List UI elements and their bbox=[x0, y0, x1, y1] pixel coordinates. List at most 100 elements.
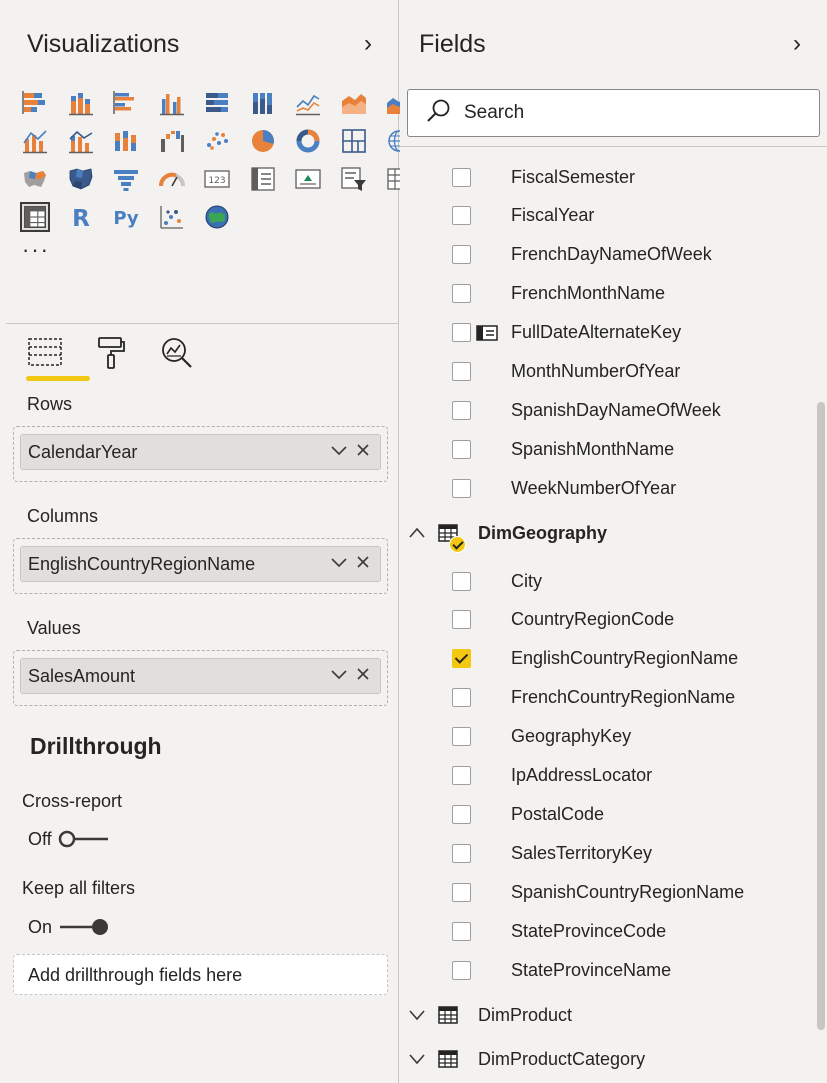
card-icon[interactable]: 123 bbox=[202, 164, 232, 194]
100-stacked-bar-icon[interactable] bbox=[202, 88, 232, 118]
funnel-icon[interactable] bbox=[111, 164, 141, 194]
chevron-down-icon[interactable] bbox=[327, 442, 351, 462]
filled-map-icon[interactable] bbox=[20, 164, 50, 194]
field-checkbox[interactable] bbox=[452, 649, 471, 669]
field-checkbox[interactable] bbox=[452, 206, 471, 226]
scatter-chart-icon[interactable] bbox=[202, 126, 232, 156]
key-influencers-icon[interactable] bbox=[157, 202, 187, 232]
cross-report-toggle[interactable] bbox=[58, 828, 110, 850]
arcgis-map-icon[interactable] bbox=[202, 202, 232, 232]
clustered-bar-icon[interactable] bbox=[111, 88, 141, 118]
donut-chart-icon[interactable] bbox=[293, 126, 323, 156]
field-row[interactable]: CountryRegionCode bbox=[400, 602, 800, 638]
field-checkbox[interactable] bbox=[452, 167, 471, 187]
field-checkbox[interactable] bbox=[452, 727, 471, 747]
field-row[interactable]: StateProvinceCode bbox=[400, 913, 800, 949]
format-paint-roller-icon[interactable] bbox=[92, 336, 130, 374]
line-stacked-column-icon[interactable] bbox=[66, 126, 96, 156]
fields-scrollbar[interactable] bbox=[817, 402, 825, 1030]
field-row[interactable]: FullDateAlternateKey bbox=[400, 315, 800, 351]
field-checkbox[interactable] bbox=[452, 843, 471, 863]
field-row[interactable]: FrenchMonthName bbox=[400, 276, 800, 312]
field-checkbox[interactable] bbox=[452, 882, 471, 902]
field-checkbox[interactable] bbox=[452, 284, 471, 304]
field-row[interactable]: SpanishDayNameOfWeek bbox=[400, 392, 800, 428]
clustered-column-icon[interactable] bbox=[157, 88, 187, 118]
line-clustered-column-icon[interactable] bbox=[20, 126, 50, 156]
field-checkbox[interactable] bbox=[452, 921, 471, 941]
field-row[interactable]: MonthNumberOfYear bbox=[400, 354, 800, 390]
field-checkbox[interactable] bbox=[452, 804, 471, 824]
field-checkbox[interactable] bbox=[452, 362, 471, 381]
rows-field-chip[interactable]: CalendarYear bbox=[20, 434, 381, 470]
field-row[interactable]: StateProvinceName bbox=[400, 952, 800, 988]
chevron-down-icon[interactable] bbox=[408, 1050, 426, 1068]
remove-field-close-icon[interactable] bbox=[351, 442, 375, 462]
chevron-up-icon[interactable] bbox=[408, 524, 426, 542]
field-row[interactable]: PostalCode bbox=[400, 796, 800, 832]
table-label: DimProductCategory bbox=[478, 1048, 646, 1069]
field-row[interactable]: FiscalSemester bbox=[400, 159, 800, 195]
field-checkbox[interactable] bbox=[452, 571, 471, 591]
field-row[interactable]: EnglishCountryRegionName bbox=[400, 641, 800, 677]
collapse-fields-chevron-icon[interactable]: › bbox=[793, 32, 801, 56]
slicer-icon[interactable] bbox=[339, 164, 369, 194]
field-checkbox[interactable] bbox=[452, 323, 471, 343]
fields-tab-icon[interactable] bbox=[26, 336, 64, 374]
values-field-chip[interactable]: SalesAmount bbox=[20, 658, 381, 694]
values-well[interactable]: SalesAmount bbox=[13, 650, 388, 706]
r-visual-icon[interactable]: R bbox=[66, 202, 96, 232]
waterfall-chart-icon[interactable] bbox=[157, 126, 187, 156]
columns-field-chip[interactable]: EnglishCountryRegionName bbox=[20, 546, 381, 582]
field-row[interactable]: FiscalYear bbox=[400, 198, 800, 234]
field-checkbox[interactable] bbox=[452, 960, 471, 980]
remove-field-close-icon[interactable] bbox=[351, 666, 375, 686]
matrix-icon[interactable] bbox=[20, 202, 50, 232]
drillthrough-drop-zone[interactable]: Add drillthrough fields here bbox=[13, 954, 388, 995]
rows-well[interactable]: CalendarYear bbox=[13, 426, 388, 482]
table-dimproduct[interactable]: DimProduct bbox=[400, 995, 810, 1035]
python-visual-icon[interactable]: Py bbox=[111, 202, 141, 232]
chevron-down-icon[interactable] bbox=[327, 666, 351, 686]
field-checkbox[interactable] bbox=[452, 688, 471, 708]
field-row[interactable]: GeographyKey bbox=[400, 719, 800, 755]
gauge-icon[interactable] bbox=[157, 164, 187, 194]
treemap-icon[interactable] bbox=[339, 126, 369, 156]
fields-search-box[interactable] bbox=[407, 89, 820, 137]
100-stacked-column-icon[interactable] bbox=[248, 88, 278, 118]
field-checkbox[interactable] bbox=[452, 439, 471, 459]
remove-field-close-icon[interactable] bbox=[351, 554, 375, 574]
field-row[interactable]: FrenchCountryRegionName bbox=[400, 680, 800, 716]
keep-filters-toggle[interactable] bbox=[58, 916, 110, 938]
field-row[interactable]: IpAddressLocator bbox=[400, 758, 800, 794]
line-chart-icon[interactable] bbox=[293, 88, 323, 118]
field-row[interactable]: FrenchDayNameOfWeek bbox=[400, 237, 800, 273]
area-chart-icon[interactable] bbox=[339, 88, 369, 118]
multi-row-card-icon[interactable] bbox=[248, 164, 278, 194]
field-row[interactable]: SalesTerritoryKey bbox=[400, 835, 800, 871]
field-row[interactable]: City bbox=[400, 563, 800, 599]
columns-well[interactable]: EnglishCountryRegionName bbox=[13, 538, 388, 594]
field-row[interactable]: SpanishCountryRegionName bbox=[400, 874, 800, 910]
search-input[interactable] bbox=[464, 102, 764, 124]
kpi-icon[interactable] bbox=[293, 164, 323, 194]
field-checkbox[interactable] bbox=[452, 478, 471, 498]
collapse-visualizations-chevron-icon[interactable]: › bbox=[364, 32, 372, 56]
field-checkbox[interactable] bbox=[452, 610, 471, 630]
field-row[interactable]: WeekNumberOfYear bbox=[400, 470, 800, 506]
chevron-down-icon[interactable] bbox=[408, 1006, 426, 1024]
field-checkbox[interactable] bbox=[452, 766, 471, 785]
table-dimproductcategory[interactable]: DimProductCategory bbox=[400, 1039, 810, 1079]
analytics-magnifier-icon[interactable] bbox=[158, 336, 196, 374]
field-row[interactable]: SpanishMonthName bbox=[400, 431, 800, 467]
pie-chart-icon[interactable] bbox=[248, 126, 278, 156]
field-checkbox[interactable] bbox=[452, 245, 471, 265]
more-visuals-button[interactable]: ··· bbox=[22, 239, 50, 261]
chevron-down-icon[interactable] bbox=[327, 554, 351, 574]
shape-map-icon[interactable] bbox=[66, 164, 96, 194]
stacked-column-icon[interactable] bbox=[66, 88, 96, 118]
stacked-bar-icon[interactable] bbox=[20, 88, 50, 118]
field-checkbox[interactable] bbox=[452, 400, 471, 420]
table-dimgeography[interactable]: DimGeography bbox=[400, 513, 810, 553]
ribbon-chart-icon[interactable] bbox=[111, 126, 141, 156]
